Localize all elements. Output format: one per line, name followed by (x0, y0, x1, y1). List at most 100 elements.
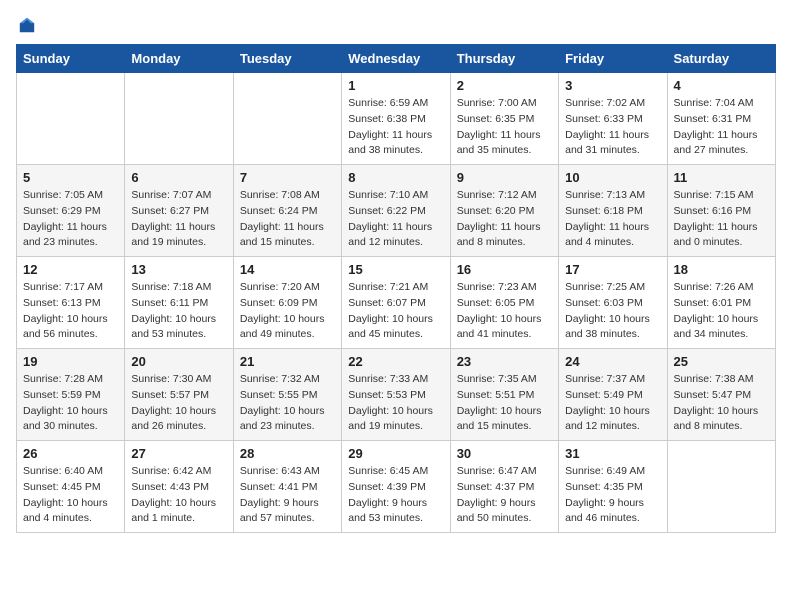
day-cell: 18 Sunrise: 7:26 AM Sunset: 6:01 PM Dayli… (667, 257, 775, 349)
day-number: 14 (240, 262, 335, 277)
day-cell: 22 Sunrise: 7:33 AM Sunset: 5:53 PM Dayli… (342, 349, 450, 441)
day-cell: 13 Sunrise: 7:18 AM Sunset: 6:11 PM Dayli… (125, 257, 233, 349)
day-detail: Sunrise: 7:05 AM Sunset: 6:29 PM Dayligh… (23, 188, 118, 251)
day-number: 24 (565, 354, 660, 369)
day-detail: Sunrise: 7:07 AM Sunset: 6:27 PM Dayligh… (131, 188, 226, 251)
day-header-monday: Monday (125, 45, 233, 73)
day-detail: Sunrise: 7:37 AM Sunset: 5:49 PM Dayligh… (565, 372, 660, 435)
day-detail: Sunrise: 7:13 AM Sunset: 6:18 PM Dayligh… (565, 188, 660, 251)
day-header-wednesday: Wednesday (342, 45, 450, 73)
day-cell: 21Sunrise: 7:32 AM Sunset: 5:55 PM Dayli… (233, 349, 341, 441)
day-number: 17 (565, 262, 660, 277)
day-detail: Sunrise: 6:40 AM Sunset: 4:45 PM Dayligh… (23, 464, 118, 527)
week-row-5: 26 Sunrise: 6:40 AM Sunset: 4:45 PM Dayli… (17, 441, 776, 533)
day-cell: 26 Sunrise: 6:40 AM Sunset: 4:45 PM Dayli… (17, 441, 125, 533)
day-number: 4 (674, 78, 769, 93)
week-row-4: 19 Sunrise: 7:28 AM Sunset: 5:59 PM Dayli… (17, 349, 776, 441)
day-cell: 24 Sunrise: 7:37 AM Sunset: 5:49 PM Dayli… (559, 349, 667, 441)
day-detail: Sunrise: 6:49 AM Sunset: 4:35 PM Dayligh… (565, 464, 660, 527)
day-detail: Sunrise: 7:25 AM Sunset: 6:03 PM Dayligh… (565, 280, 660, 343)
day-number: 29 (348, 446, 443, 461)
day-number: 16 (457, 262, 552, 277)
day-detail: Sunrise: 7:10 AM Sunset: 6:22 PM Dayligh… (348, 188, 443, 251)
day-cell: 2 Sunrise: 7:00 AM Sunset: 6:35 PM Daylig… (450, 73, 558, 165)
day-cell: 29 Sunrise: 6:45 AM Sunset: 4:39 PM Dayli… (342, 441, 450, 533)
day-cell: 25Sunrise: 7:38 AM Sunset: 5:47 PM Dayli… (667, 349, 775, 441)
logo-icon (18, 16, 36, 34)
day-cell: 9 Sunrise: 7:12 AM Sunset: 6:20 PM Daylig… (450, 165, 558, 257)
day-detail: Sunrise: 7:04 AM Sunset: 6:31 PM Dayligh… (674, 96, 769, 159)
page-header (16, 16, 776, 34)
day-detail: Sunrise: 7:20 AM Sunset: 6:09 PM Dayligh… (240, 280, 335, 343)
week-row-1: 1Sunrise: 6:59 AM Sunset: 6:38 PM Daylig… (17, 73, 776, 165)
day-cell: 23 Sunrise: 7:35 AM Sunset: 5:51 PM Dayli… (450, 349, 558, 441)
day-header-friday: Friday (559, 45, 667, 73)
day-detail: Sunrise: 7:28 AM Sunset: 5:59 PM Dayligh… (23, 372, 118, 435)
day-number: 5 (23, 170, 118, 185)
day-number: 18 (674, 262, 769, 277)
day-number: 22 (348, 354, 443, 369)
day-detail: Sunrise: 7:33 AM Sunset: 5:53 PM Dayligh… (348, 372, 443, 435)
day-detail: Sunrise: 6:45 AM Sunset: 4:39 PM Dayligh… (348, 464, 443, 527)
day-detail: Sunrise: 6:59 AM Sunset: 6:38 PM Dayligh… (348, 96, 443, 159)
day-cell: 17 Sunrise: 7:25 AM Sunset: 6:03 PM Dayli… (559, 257, 667, 349)
day-number: 12 (23, 262, 118, 277)
day-cell (125, 73, 233, 165)
day-cell: 5 Sunrise: 7:05 AM Sunset: 6:29 PM Daylig… (17, 165, 125, 257)
day-detail: Sunrise: 7:23 AM Sunset: 6:05 PM Dayligh… (457, 280, 552, 343)
day-number: 9 (457, 170, 552, 185)
day-cell: 12 Sunrise: 7:17 AM Sunset: 6:13 PM Dayli… (17, 257, 125, 349)
week-row-2: 5 Sunrise: 7:05 AM Sunset: 6:29 PM Daylig… (17, 165, 776, 257)
day-cell: 4 Sunrise: 7:04 AM Sunset: 6:31 PM Daylig… (667, 73, 775, 165)
day-detail: Sunrise: 7:18 AM Sunset: 6:11 PM Dayligh… (131, 280, 226, 343)
day-number: 19 (23, 354, 118, 369)
day-number: 30 (457, 446, 552, 461)
day-cell (17, 73, 125, 165)
day-cell: 20Sunrise: 7:30 AM Sunset: 5:57 PM Dayli… (125, 349, 233, 441)
calendar-header-row: SundayMondayTuesdayWednesdayThursdayFrid… (17, 45, 776, 73)
day-detail: Sunrise: 7:15 AM Sunset: 6:16 PM Dayligh… (674, 188, 769, 251)
day-number: 27 (131, 446, 226, 461)
day-number: 26 (23, 446, 118, 461)
day-number: 31 (565, 446, 660, 461)
day-number: 10 (565, 170, 660, 185)
day-cell: 19 Sunrise: 7:28 AM Sunset: 5:59 PM Dayli… (17, 349, 125, 441)
day-number: 13 (131, 262, 226, 277)
day-cell: 8Sunrise: 7:10 AM Sunset: 6:22 PM Daylig… (342, 165, 450, 257)
day-detail: Sunrise: 7:30 AM Sunset: 5:57 PM Dayligh… (131, 372, 226, 435)
day-detail: Sunrise: 7:00 AM Sunset: 6:35 PM Dayligh… (457, 96, 552, 159)
day-cell: 31 Sunrise: 6:49 AM Sunset: 4:35 PM Dayli… (559, 441, 667, 533)
day-cell: 1Sunrise: 6:59 AM Sunset: 6:38 PM Daylig… (342, 73, 450, 165)
week-row-3: 12 Sunrise: 7:17 AM Sunset: 6:13 PM Dayli… (17, 257, 776, 349)
day-number: 28 (240, 446, 335, 461)
day-detail: Sunrise: 7:12 AM Sunset: 6:20 PM Dayligh… (457, 188, 552, 251)
logo (16, 16, 36, 34)
day-cell: 27Sunrise: 6:42 AM Sunset: 4:43 PM Dayli… (125, 441, 233, 533)
day-cell: 7 Sunrise: 7:08 AM Sunset: 6:24 PM Daylig… (233, 165, 341, 257)
day-number: 2 (457, 78, 552, 93)
day-number: 23 (457, 354, 552, 369)
day-header-thursday: Thursday (450, 45, 558, 73)
day-cell: 30Sunrise: 6:47 AM Sunset: 4:37 PM Dayli… (450, 441, 558, 533)
day-header-sunday: Sunday (17, 45, 125, 73)
day-detail: Sunrise: 7:26 AM Sunset: 6:01 PM Dayligh… (674, 280, 769, 343)
day-cell (667, 441, 775, 533)
day-header-tuesday: Tuesday (233, 45, 341, 73)
day-number: 3 (565, 78, 660, 93)
day-detail: Sunrise: 6:43 AM Sunset: 4:41 PM Dayligh… (240, 464, 335, 527)
day-number: 15 (348, 262, 443, 277)
day-header-saturday: Saturday (667, 45, 775, 73)
day-cell: 10 Sunrise: 7:13 AM Sunset: 6:18 PM Dayli… (559, 165, 667, 257)
day-cell: 14 Sunrise: 7:20 AM Sunset: 6:09 PM Dayli… (233, 257, 341, 349)
day-detail: Sunrise: 7:08 AM Sunset: 6:24 PM Dayligh… (240, 188, 335, 251)
day-cell: 11Sunrise: 7:15 AM Sunset: 6:16 PM Dayli… (667, 165, 775, 257)
day-detail: Sunrise: 7:17 AM Sunset: 6:13 PM Dayligh… (23, 280, 118, 343)
day-cell: 28 Sunrise: 6:43 AM Sunset: 4:41 PM Dayli… (233, 441, 341, 533)
calendar-table: SundayMondayTuesdayWednesdayThursdayFrid… (16, 44, 776, 533)
day-detail: Sunrise: 7:21 AM Sunset: 6:07 PM Dayligh… (348, 280, 443, 343)
day-number: 6 (131, 170, 226, 185)
day-number: 7 (240, 170, 335, 185)
day-detail: Sunrise: 7:32 AM Sunset: 5:55 PM Dayligh… (240, 372, 335, 435)
day-cell: 16 Sunrise: 7:23 AM Sunset: 6:05 PM Dayli… (450, 257, 558, 349)
day-detail: Sunrise: 7:35 AM Sunset: 5:51 PM Dayligh… (457, 372, 552, 435)
